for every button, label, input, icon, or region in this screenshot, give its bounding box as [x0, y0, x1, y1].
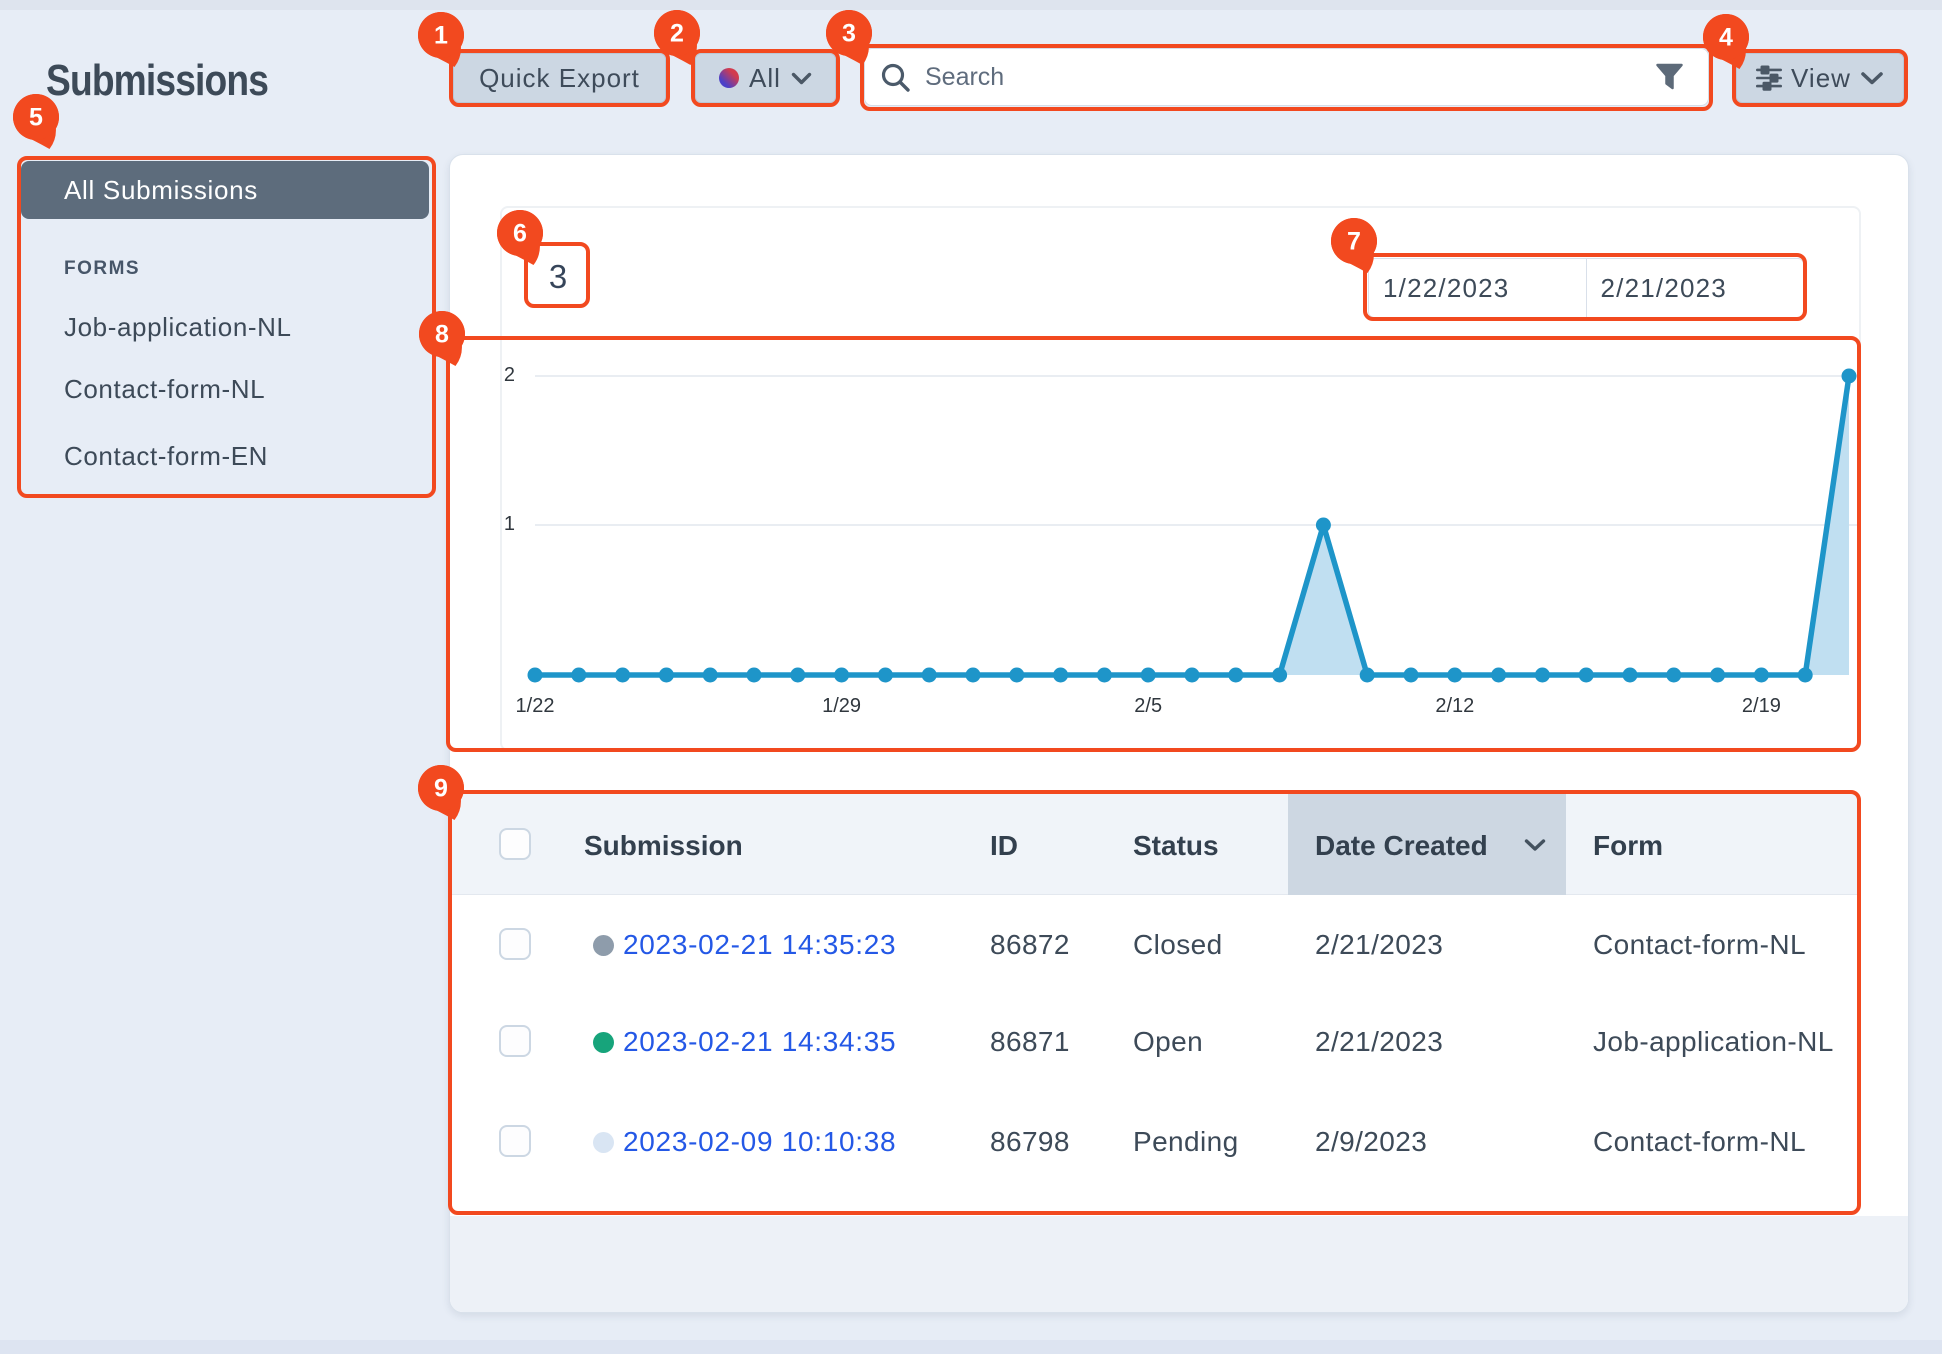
svg-text:8: 8 [435, 321, 449, 349]
svg-text:4: 4 [1719, 24, 1733, 52]
svg-text:2: 2 [670, 20, 684, 48]
svg-text:3: 3 [842, 20, 856, 48]
svg-text:9: 9 [434, 775, 448, 803]
svg-text:6: 6 [513, 220, 527, 248]
svg-text:7: 7 [1347, 228, 1361, 256]
svg-text:1: 1 [434, 22, 448, 50]
svg-text:5: 5 [29, 104, 43, 132]
